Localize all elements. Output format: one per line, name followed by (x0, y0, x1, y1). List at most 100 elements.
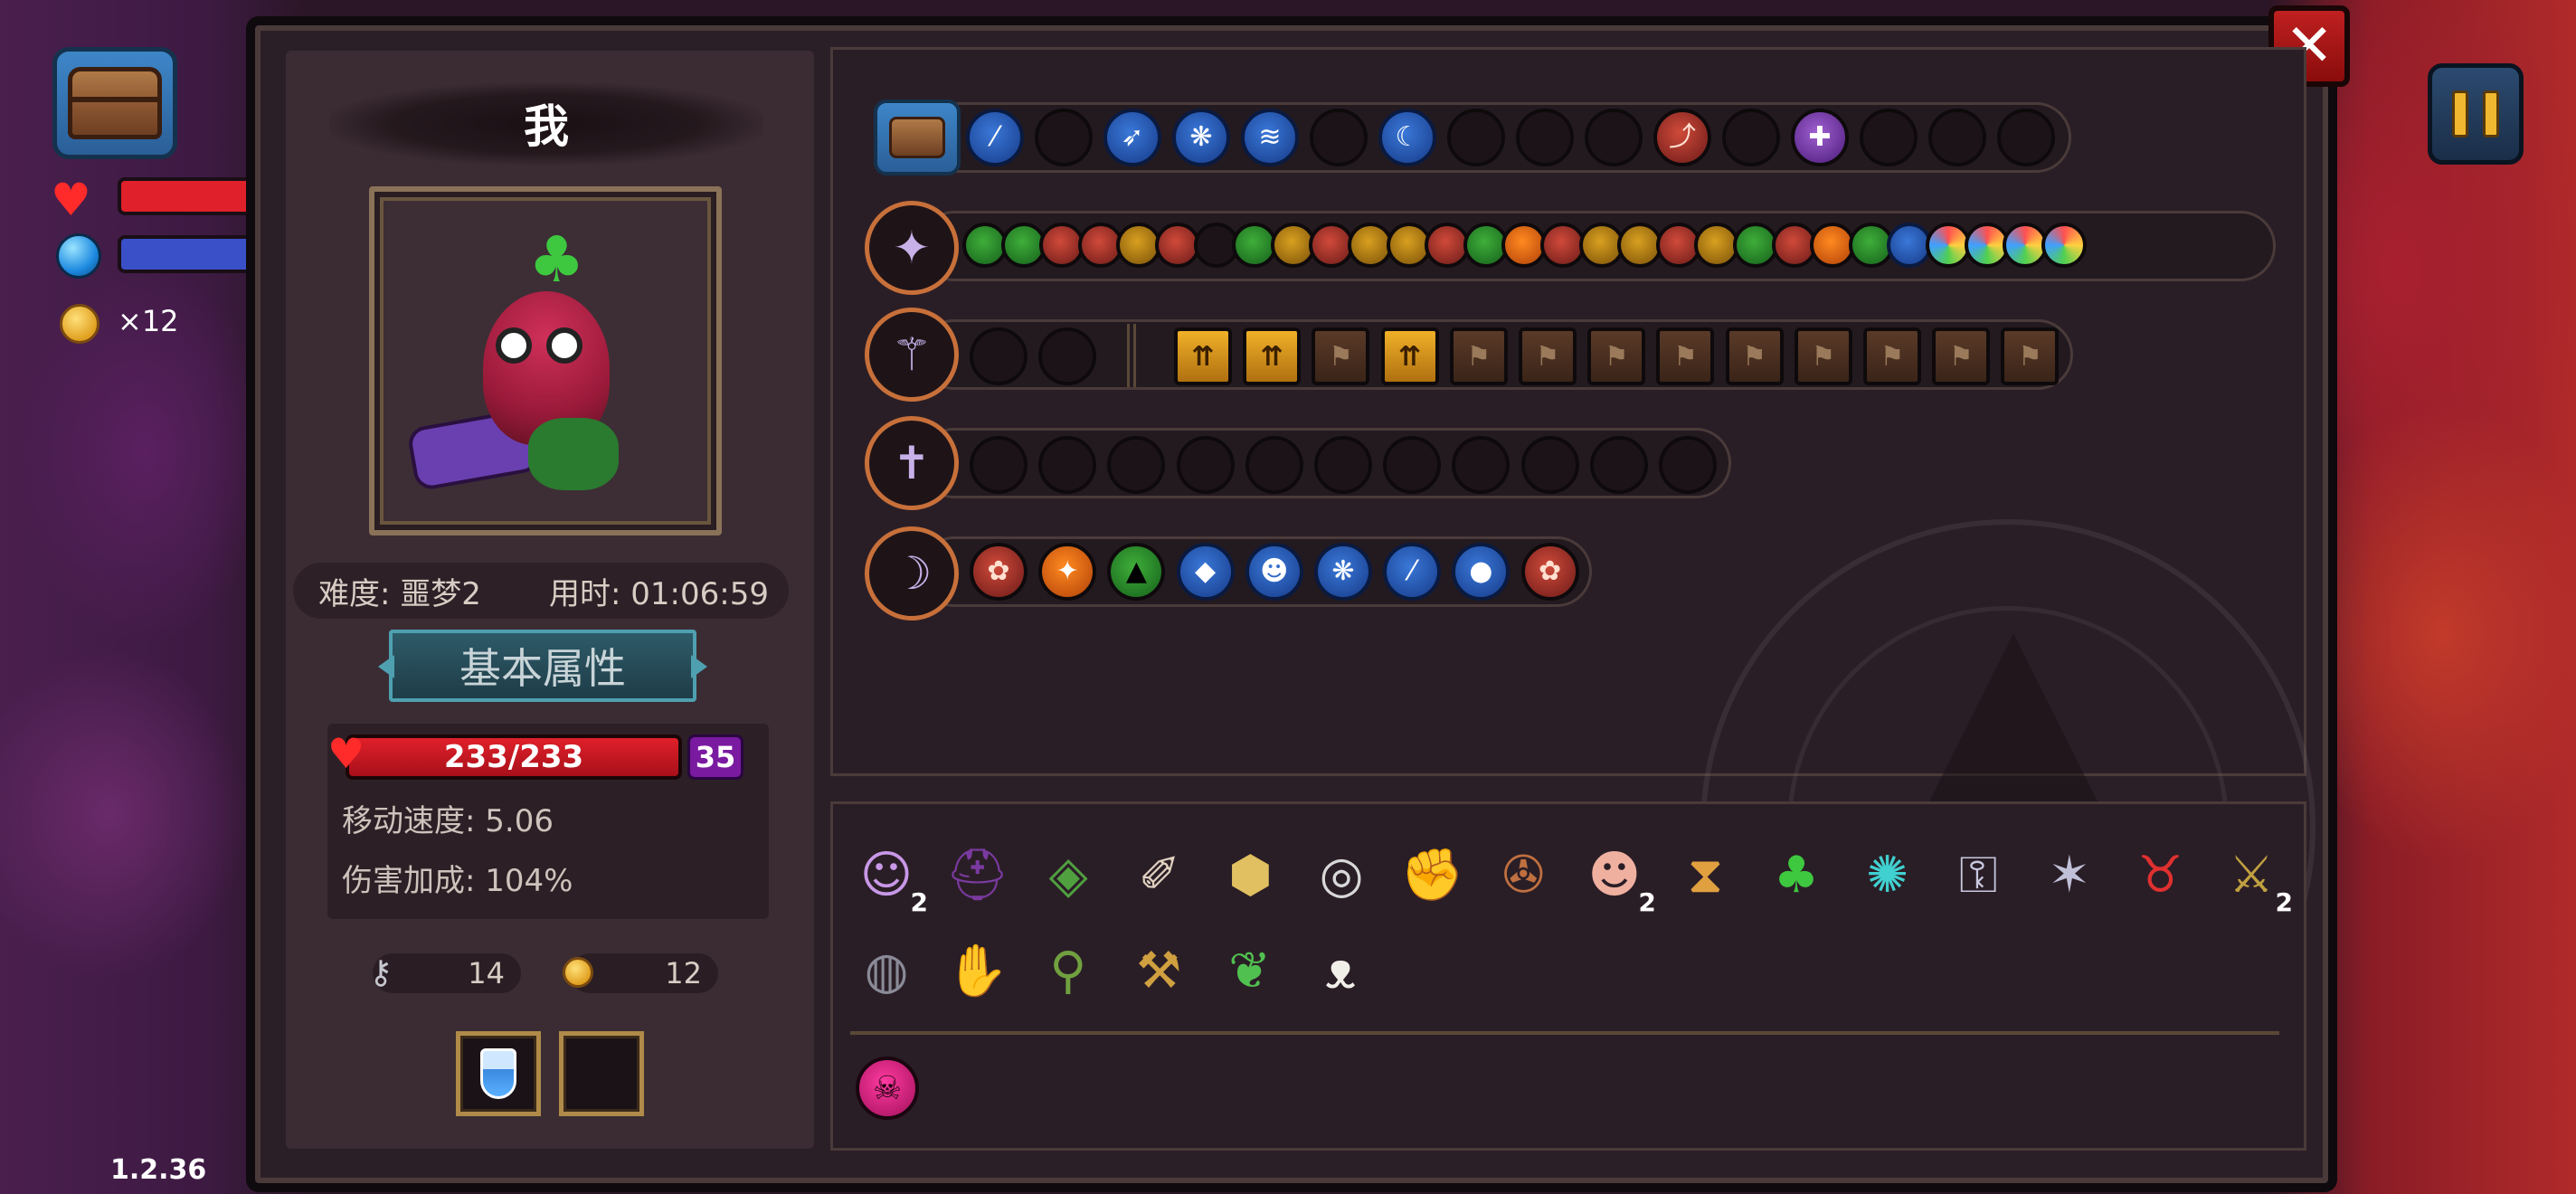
tab-basic-attributes[interactable]: 基本属性 (389, 630, 696, 702)
consumable-slot-2[interactable] (559, 1031, 644, 1116)
weapon-slot[interactable] (1722, 109, 1780, 166)
head-item[interactable]: ☻ 2 (1578, 839, 1656, 915)
upgrade-slot[interactable]: ⚑ (2001, 327, 2060, 385)
weapon-slot[interactable]: ● (1452, 543, 1511, 601)
upgrade-slot[interactable]: ⚑ (1519, 327, 1577, 385)
gauntlet-item[interactable]: ✊ (1397, 839, 1469, 912)
cross-staff-icon[interactable]: ✝ (865, 416, 959, 510)
weapon-slot[interactable] (1452, 436, 1511, 494)
pause-button[interactable] (2428, 63, 2524, 165)
player-name: 我 (524, 100, 569, 153)
version-label: 1.2.36 (110, 1154, 207, 1186)
weapon-slot[interactable]: ➶ (1103, 109, 1161, 166)
heart-icon: ♥ (51, 174, 91, 226)
weapon-slot[interactable]: ☻ (1245, 543, 1303, 601)
pickaxe-item[interactable]: ⚒ (1122, 935, 1195, 1008)
level-badge: 35 (687, 734, 743, 780)
weapon-slot[interactable]: ≋ (1241, 109, 1299, 166)
weapon-slot[interactable] (1314, 436, 1372, 494)
upgrade-slot[interactable]: ⚑ (1725, 327, 1784, 385)
key-item[interactable]: ⚿ (1942, 839, 2014, 912)
weapon-slot[interactable] (970, 327, 1028, 385)
weapon-slot[interactable]: ❋ (1172, 109, 1230, 166)
chest-icon (889, 117, 945, 158)
consumable-slot-1[interactable] (456, 1031, 541, 1116)
weapon-slot[interactable] (1659, 436, 1717, 494)
upgrade-slot[interactable]: ⚑ (1587, 327, 1646, 385)
left-eye (496, 327, 532, 364)
pause-icon (2452, 90, 2468, 137)
mask-item[interactable]: ◈ (1032, 839, 1104, 912)
witch-portrait-item[interactable]: ☺ 2 (850, 839, 928, 915)
weapon-slot[interactable]: ❋ (1314, 543, 1372, 601)
upgrade-slot[interactable]: ⚑ (1656, 327, 1715, 385)
glasses-item[interactable]: ◎ (1305, 839, 1378, 912)
upgrade-slot[interactable]: ⚑ (1932, 327, 1991, 385)
weapon-slot[interactable] (1447, 109, 1505, 166)
weapon-slot[interactable]: ✚ (1791, 109, 1849, 166)
key-count: 14 (468, 956, 505, 990)
hat-item[interactable]: ⛑ (942, 839, 1014, 912)
purple-blade-icon[interactable]: ☽ (865, 526, 959, 621)
upgrade-slot[interactable]: ⇈ (1380, 327, 1439, 385)
weapon-slot[interactable]: ◆ (1176, 543, 1235, 601)
weapon-slot[interactable]: ✿ (1520, 543, 1579, 601)
item-count: 2 (910, 887, 928, 917)
weapon-slot[interactable]: ✿ (970, 543, 1028, 601)
weapon-slot[interactable] (1176, 436, 1235, 494)
hand-item[interactable]: ✋ (941, 935, 1013, 1008)
weapon-slot[interactable] (1383, 436, 1442, 494)
feather-item[interactable]: ✐ (1123, 839, 1196, 912)
leaf-item[interactable]: ❦ (1214, 935, 1286, 1008)
item-count: 2 (1638, 887, 1656, 917)
weapon-slot[interactable] (1520, 436, 1579, 494)
time-label: 用时: 01:06:59 (549, 575, 769, 612)
boot-item[interactable]: ⚲ (1032, 935, 1104, 1008)
arm-cannon-item[interactable]: ✇ (1487, 839, 1559, 912)
weapon-slot[interactable] (970, 436, 1028, 494)
purple-wand-icon[interactable]: ⚚ (865, 308, 959, 402)
upgrade-slot[interactable]: ⇈ (1174, 327, 1232, 385)
inventory-chest-button[interactable] (52, 47, 177, 159)
demon-mask-item[interactable]: ♉ (2124, 839, 2196, 912)
weapon-slot[interactable] (1997, 109, 2055, 166)
weapon-slot[interactable] (1310, 109, 1368, 166)
weapon-slot[interactable]: ✦ (1038, 543, 1097, 601)
weapon-slot[interactable] (1928, 109, 1986, 166)
upgrade-slot[interactable]: ⇈ (1243, 327, 1302, 385)
weapon-slot[interactable] (1038, 436, 1097, 494)
upgrade-slot[interactable]: ⚑ (1312, 327, 1370, 385)
upgrade-slot[interactable]: ⚑ (1794, 327, 1852, 385)
teeth-item[interactable]: ᴥ (1304, 935, 1377, 1008)
character-robe (528, 418, 619, 490)
weapon-slot[interactable] (1860, 109, 1918, 166)
weapon-slot[interactable] (1038, 327, 1096, 385)
weapon-slot[interactable]: ⁄ (1383, 543, 1442, 601)
coin-count: 12 (665, 956, 702, 990)
claw-item[interactable]: ✶ (2033, 839, 2106, 912)
weapon-slot[interactable]: ☾ (1378, 109, 1436, 166)
cursed-skull-item[interactable]: ☠ (856, 1057, 919, 1120)
sword-item[interactable]: ⚔ 2 (2215, 839, 2293, 915)
chest-slot[interactable] (874, 100, 961, 175)
weapon-slot[interactable] (1245, 436, 1303, 494)
upgrade-slot[interactable]: ⚑ (1449, 327, 1508, 385)
weapon-slot[interactable] (1589, 436, 1648, 494)
shuriken-staff-icon[interactable]: ✦ (865, 201, 959, 295)
weapon-slot[interactable]: ⁄ (966, 109, 1024, 166)
passive-slot[interactable] (2041, 223, 2087, 268)
weapon-slot[interactable] (1585, 109, 1643, 166)
run-info-row: 难度: 噩梦2 用时: 01:06:59 (293, 563, 789, 619)
weapon-slot[interactable] (1107, 436, 1166, 494)
box-item[interactable]: ⬢ (1214, 839, 1286, 912)
hourglass-item[interactable]: ⧗ (1669, 839, 1741, 912)
weapon-slot[interactable]: ⤴ (1653, 109, 1711, 166)
weapon-slot[interactable]: ▲ (1107, 543, 1166, 601)
shell-item[interactable]: ✺ (1852, 839, 1924, 912)
weapon-slot[interactable] (1035, 109, 1093, 166)
hood-item[interactable]: ◍ (850, 935, 923, 1008)
upgrade-slot[interactable]: ⚑ (1863, 327, 1921, 385)
difficulty-label: 难度: 噩梦2 (318, 575, 481, 612)
weapon-slot[interactable] (1516, 109, 1574, 166)
clover-item[interactable]: ♣ (1760, 839, 1833, 912)
